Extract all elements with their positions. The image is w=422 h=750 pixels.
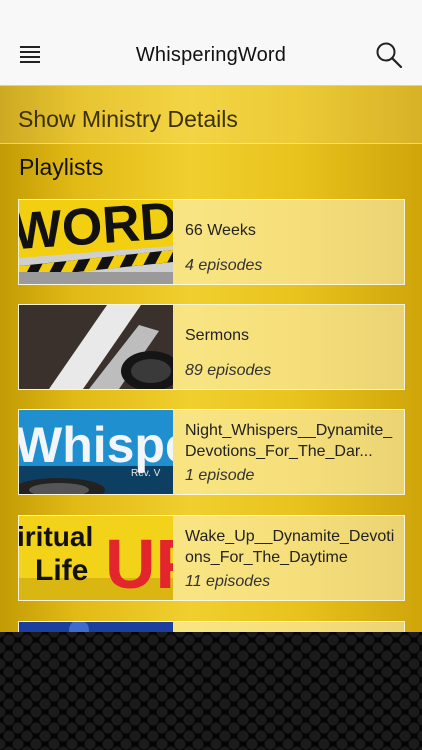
episode-count: 1 episode xyxy=(185,467,255,484)
thumb-spiritual-text: iritual xyxy=(19,521,93,552)
app-title: WhisperingWord xyxy=(135,44,287,66)
show-ministry-details-link[interactable]: Show Ministry Details xyxy=(0,86,422,144)
playlist-card-sermons[interactable]: Sermons 89 episodes xyxy=(18,304,405,390)
search-icon[interactable] xyxy=(374,40,404,70)
playlist-thumbnail xyxy=(19,305,173,389)
playlist-thumbnail: WORD xyxy=(19,200,173,284)
navigation-bar: WhisperingWord xyxy=(0,0,422,86)
thumb-small-text: Rev. V xyxy=(131,468,161,479)
playlist-thumbnail: Whisper Rev. V xyxy=(19,410,173,494)
playlist-title: Sermons xyxy=(185,327,250,344)
thumb-whispers-text: Whisper xyxy=(19,417,173,473)
playlist-title: Wake_Up__Dynamite_Devotions_For_The_Dayt… xyxy=(185,528,395,566)
playlist-title: Night_Whispers__Dynamite_Devotions_For_T… xyxy=(185,422,393,460)
playlist-card-night-whispers[interactable]: Whisper Rev. V Night_Whispers__Dynamite_… xyxy=(18,409,405,495)
playlist-title: 66 Weeks xyxy=(185,222,256,239)
hexagon-pattern-footer xyxy=(0,632,422,750)
playlist-content: Show Ministry Details Playlists WORD 66 … xyxy=(0,86,422,632)
thumb-up-text: UP xyxy=(105,525,173,600)
playlists-heading: Playlists xyxy=(19,154,104,180)
episode-count: 89 episodes xyxy=(185,362,272,379)
playlist-thumbnail: iritual Life UP xyxy=(19,516,173,600)
playlist-thumbnail xyxy=(19,622,173,632)
playlist-card-66-weeks[interactable]: WORD 66 Weeks 4 episodes xyxy=(18,199,405,285)
thumb-life-text: Life xyxy=(35,554,88,587)
episode-count: 11 episodes xyxy=(185,573,271,590)
playlist-card-partial[interactable] xyxy=(18,621,405,632)
playlist-card-wake-up[interactable]: iritual Life UP Wake_Up__Dynamite_Devoti… xyxy=(18,515,405,601)
episode-count: 4 episodes xyxy=(185,257,263,274)
